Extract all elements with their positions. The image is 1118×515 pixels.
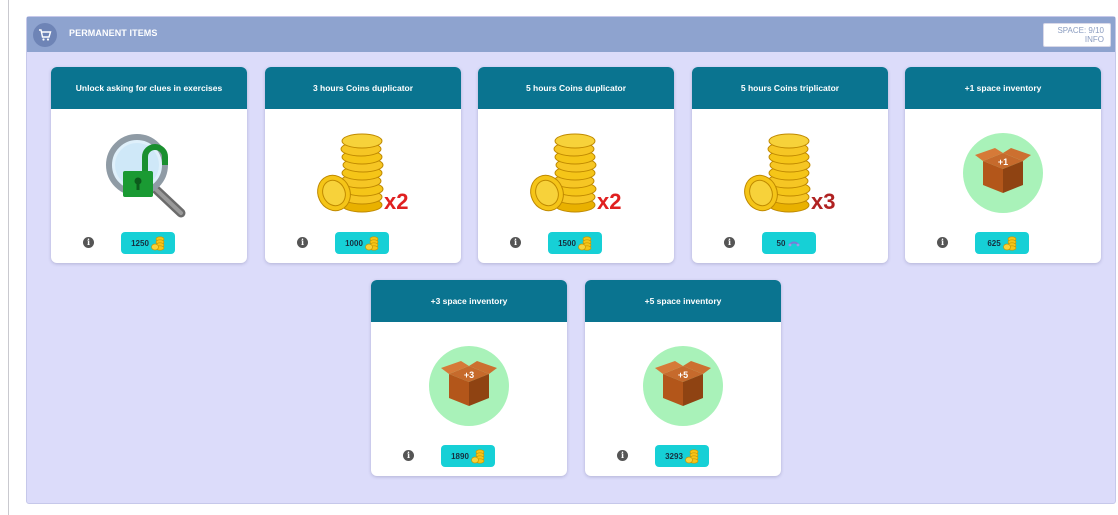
shop-item-card[interactable]: +5 space inventory +5 i 3293 [585, 280, 781, 476]
space-counter: SPACE: 9/10 [1057, 26, 1104, 35]
price-button[interactable]: 1890 [441, 445, 495, 467]
space-info-button[interactable]: SPACE: 9/10 INFO [1043, 23, 1111, 47]
item-title: 5 hours Coins triplicator [692, 67, 888, 109]
price-button[interactable]: 1500 [548, 232, 602, 254]
panel-header: PERMANENT ITEMS SPACE: 9/10 INFO [27, 17, 1115, 52]
shopping-cart-icon[interactable] [33, 23, 57, 47]
item-price: 1500 [558, 238, 576, 248]
info-icon[interactable]: i [617, 450, 628, 461]
shop-item-card[interactable]: Unlock asking for clues in exercises i 1… [51, 67, 247, 263]
shop-item-card[interactable]: +1 space inventory +1 i 625 [905, 67, 1101, 263]
box-label: +1 [998, 157, 1008, 167]
shop-item-card[interactable]: +3 space inventory +3 i 1890 [371, 280, 567, 476]
item-price: 1890 [451, 451, 469, 461]
item-title: +1 space inventory [905, 67, 1101, 109]
multiplier-label: x2 [384, 189, 408, 214]
page-edge-line [8, 0, 9, 515]
item-title: 5 hours Coins duplicator [478, 67, 674, 109]
price-button[interactable]: 1250 [121, 232, 175, 254]
shop-item-card[interactable]: 5 hours Coins triplicator x3 i 50 [692, 67, 888, 263]
item-price: 50 [776, 238, 786, 248]
price-button[interactable]: 625 [975, 232, 1029, 254]
item-title: +5 space inventory [585, 280, 781, 322]
item-price: 1250 [131, 238, 149, 248]
info-icon[interactable]: i [937, 237, 948, 248]
info-icon[interactable]: i [724, 237, 735, 248]
permanent-items-panel: PERMANENT ITEMS SPACE: 9/10 INFO Unlock … [26, 16, 1116, 504]
box-label: +3 [464, 370, 474, 380]
item-title: +3 space inventory [371, 280, 567, 322]
panel-title: PERMANENT ITEMS [69, 28, 158, 38]
price-button[interactable]: 3293 [655, 445, 709, 467]
info-icon[interactable]: i [510, 237, 521, 248]
box-icon: +1 [905, 125, 1101, 221]
box-label: +5 [678, 370, 688, 380]
info-icon[interactable]: i [297, 237, 308, 248]
multiplier-label: x3 [811, 189, 835, 214]
box-icon: +5 [585, 338, 781, 434]
magnifier-unlock-icon [51, 125, 247, 221]
multiplier-label: x2 [597, 189, 621, 214]
coin-stack-icon: x2 [265, 125, 461, 221]
coin-icon [471, 449, 485, 464]
item-price: 625 [987, 238, 1001, 248]
coin-icon [1002, 236, 1017, 251]
info-icon[interactable]: i [83, 237, 94, 248]
coin-stack-icon: x2 [478, 125, 674, 221]
shop-item-card[interactable]: 3 hours Coins duplicator x2 i 1000 [265, 67, 461, 263]
item-price: 1000 [345, 238, 363, 248]
item-price: 3293 [665, 451, 683, 461]
info-icon[interactable]: i [403, 450, 414, 461]
price-button[interactable]: 1000 [335, 232, 389, 254]
coin-icon [578, 236, 592, 251]
price-button[interactable]: 50 [762, 232, 816, 254]
coin-icon [685, 449, 699, 464]
coin-icon [365, 236, 379, 251]
item-title: Unlock asking for clues in exercises [51, 67, 247, 109]
info-label: INFO [1084, 35, 1104, 44]
box-icon: +3 [371, 338, 567, 434]
item-title: 3 hours Coins duplicator [265, 67, 461, 109]
coin-icon [151, 236, 165, 251]
coin-stack-icon: x3 [692, 125, 888, 221]
gem-icon [788, 241, 801, 247]
shop-item-card[interactable]: 5 hours Coins duplicator x2 i 1500 [478, 67, 674, 263]
